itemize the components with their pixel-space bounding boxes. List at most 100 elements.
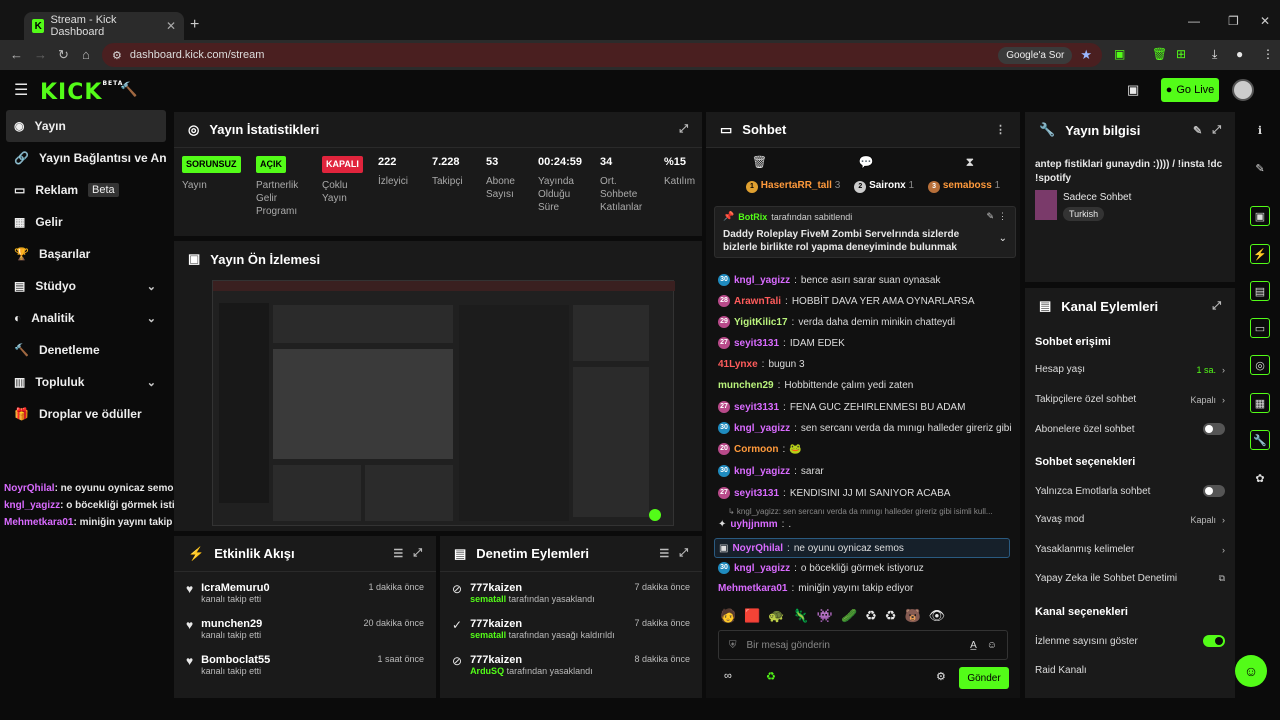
- sidebar-item-basarilar[interactable]: 🏆 Başarılar: [6, 238, 166, 270]
- chat-user[interactable]: kngl_yagizz: [734, 563, 790, 574]
- unpin-icon[interactable]: ✎: [986, 211, 994, 222]
- back-icon[interactable]: ←: [10, 47, 23, 62]
- chat-user[interactable]: munchen29: [718, 380, 774, 391]
- banned-words-row[interactable]: Yasaklanmış kelimeler ›: [1035, 544, 1225, 555]
- trash-icon[interactable]: 🗑: [752, 155, 767, 169]
- menu-dots-icon[interactable]: ⋮: [1262, 47, 1274, 61]
- translate-icon[interactable]: ⊞: [1176, 47, 1186, 61]
- kick-logo[interactable]: KICKBETA: [40, 80, 123, 105]
- profile-icon[interactable]: ●: [1236, 47, 1243, 61]
- sidebar-item-stream-key[interactable]: 🔗 Yayın Bağlantısı ve Anahtarı: [6, 142, 166, 174]
- slow-mode-row[interactable]: Yavaş mod Kapalı ›: [1035, 514, 1225, 525]
- emoji-icon[interactable]: ☺: [987, 640, 997, 651]
- show-viewers-toggle[interactable]: [1203, 635, 1225, 647]
- extension-icon[interactable]: ▣: [1114, 47, 1125, 61]
- emote-icon[interactable]: 🦎: [793, 608, 809, 624]
- window-close-icon[interactable]: ✕: [1260, 14, 1270, 28]
- ai-moderation-row[interactable]: Yapay Zeka ile Sohbet Denetimi ⧉: [1035, 573, 1225, 584]
- target-widget-icon[interactable]: ◎: [1250, 355, 1270, 375]
- chat-user[interactable]: YigitKilic17: [734, 317, 788, 328]
- chat-user[interactable]: ArawnTali: [734, 296, 781, 307]
- raid-row[interactable]: Raid Kanalı: [1035, 665, 1225, 676]
- browser-tab[interactable]: K Stream - Kick Dashboard ✕: [24, 12, 184, 40]
- translate-icon[interactable]: A̲: [970, 640, 977, 651]
- bookmark-star-icon[interactable]: ★: [1080, 47, 1092, 63]
- chat-user[interactable]: kngl_yagizz: [734, 423, 790, 434]
- chat-menu-icon[interactable]: ⋮: [995, 123, 1006, 136]
- expand-icon[interactable]: ⤢: [1212, 300, 1221, 313]
- chat-user[interactable]: uyhjjnmm: [730, 519, 777, 530]
- emote-icon[interactable]: 🐢: [768, 608, 784, 624]
- emotes-only-toggle[interactable]: [1203, 485, 1225, 497]
- emote-icon[interactable]: 🟥: [744, 608, 760, 624]
- forward-icon[interactable]: →: [34, 47, 47, 62]
- expand-icon[interactable]: ⤢: [679, 123, 688, 136]
- chat-user[interactable]: kngl_yagizz: [734, 466, 790, 477]
- go-live-button[interactable]: ● Go Live: [1161, 78, 1219, 102]
- kick-icon[interactable]: ♻: [766, 670, 776, 683]
- pinned-menu-icon[interactable]: ⋮: [998, 211, 1007, 222]
- category-name[interactable]: Sadece Sohbet: [1063, 192, 1131, 203]
- filter-icon[interactable]: ☰: [393, 547, 403, 560]
- chat-user[interactable]: kngl_yagizz: [734, 275, 790, 286]
- new-tab-icon[interactable]: +: [190, 16, 199, 34]
- chat-input[interactable]: ⛨ Bir mesaj gönderin A̲ ☺: [718, 630, 1008, 660]
- sidebar-item-studyo[interactable]: ▤ Stüdyo ⌄: [6, 270, 166, 302]
- info-icon[interactable]: ℹ: [1250, 120, 1270, 140]
- chat-widget-icon[interactable]: ▭: [1250, 318, 1270, 338]
- minimize-icon[interactable]: —: [1188, 14, 1200, 28]
- emote-icon[interactable]: 🧑: [720, 608, 736, 624]
- edit-icon[interactable]: ✎: [1250, 158, 1270, 178]
- emote-icon[interactable]: 🥒: [841, 608, 857, 624]
- list-widget-icon[interactable]: ▤: [1250, 281, 1270, 301]
- chat-user[interactable]: Cormoon: [734, 444, 778, 455]
- emote-icon[interactable]: 🐻: [904, 608, 920, 624]
- site-info-icon[interactable]: ⚙: [112, 49, 122, 62]
- chevron-down-icon[interactable]: ⌄: [999, 233, 1007, 244]
- followers-only-row[interactable]: Takipçilere özel sohbet Kapalı ›: [1035, 394, 1225, 405]
- emote-icon[interactable]: 👁: [929, 608, 946, 624]
- expand-icon[interactable]: ⤢: [1212, 124, 1221, 137]
- channel-widget-icon[interactable]: ▦: [1250, 393, 1270, 413]
- tools-icon[interactable]: 🔨: [120, 81, 137, 98]
- filter-icon[interactable]: ☰: [659, 547, 669, 560]
- settings-icon[interactable]: ⚙: [936, 670, 946, 683]
- points-icon[interactable]: ∞: [724, 670, 732, 682]
- send-button[interactable]: Gönder: [959, 667, 1009, 689]
- tab-close-icon[interactable]: ✕: [166, 19, 176, 33]
- address-bar[interactable]: ⚙ dashboard.kick.com/stream Google'a Sor…: [102, 43, 1102, 67]
- chat-user[interactable]: 41Lynxe: [718, 359, 758, 370]
- sidebar-item-reklam[interactable]: ▭ Reklam Beta: [6, 174, 166, 206]
- sidebar-item-yayin[interactable]: ◉ Yayın: [6, 110, 166, 142]
- expand-icon[interactable]: ⤢: [679, 547, 688, 560]
- chat-user[interactable]: seyit3131: [734, 402, 779, 413]
- sidebar-item-gelir[interactable]: ▦ Gelir: [6, 206, 166, 238]
- emote-icon[interactable]: ♻: [885, 608, 897, 624]
- trash-icon[interactable]: 🗑: [1152, 47, 1167, 61]
- hourglass-icon[interactable]: ⧗: [966, 155, 974, 170]
- chat-user[interactable]: seyit3131: [734, 338, 779, 349]
- download-icon[interactable]: ⤓: [1212, 47, 1217, 62]
- chat-user[interactable]: NoyrQhilal: [732, 543, 783, 554]
- support-chat-icon[interactable]: ☺: [1235, 655, 1267, 687]
- wrench-widget-icon[interactable]: 🔧: [1250, 430, 1270, 450]
- sidebar-item-analitik[interactable]: ◐ Analitik ⌄: [6, 302, 166, 334]
- account-age-row[interactable]: Hesap yaşı 1 sa. ›: [1035, 364, 1225, 375]
- edit-icon[interactable]: ✎: [1193, 124, 1202, 137]
- pinned-message[interactable]: 📌 BotRix tarafından sabitlendi ✎ ⋮ Daddy Rol…: [714, 206, 1016, 258]
- home-icon[interactable]: ⌂: [82, 47, 90, 62]
- subs-only-toggle[interactable]: [1203, 423, 1225, 435]
- hamburger-icon[interactable]: ☰: [14, 80, 28, 100]
- bolt-widget-icon[interactable]: ⚡: [1250, 244, 1270, 264]
- chat-user[interactable]: seyit3131: [734, 488, 779, 499]
- emote-icon[interactable]: ♻: [865, 608, 877, 624]
- google-ask-button[interactable]: Google'a Sor: [998, 46, 1073, 64]
- user-avatar[interactable]: [1232, 79, 1254, 101]
- community-icon[interactable]: ✿: [1250, 468, 1270, 488]
- preview-widget-icon[interactable]: ▣: [1250, 206, 1270, 226]
- emote-icon[interactable]: 👾: [817, 608, 833, 624]
- maximize-icon[interactable]: ❐: [1228, 14, 1239, 28]
- chat-user[interactable]: Mehmetkara01: [718, 583, 787, 594]
- chat-bubble-icon[interactable]: 💬: [859, 155, 874, 169]
- sidebar-item-denetleme[interactable]: 🔨 Denetleme: [6, 334, 166, 366]
